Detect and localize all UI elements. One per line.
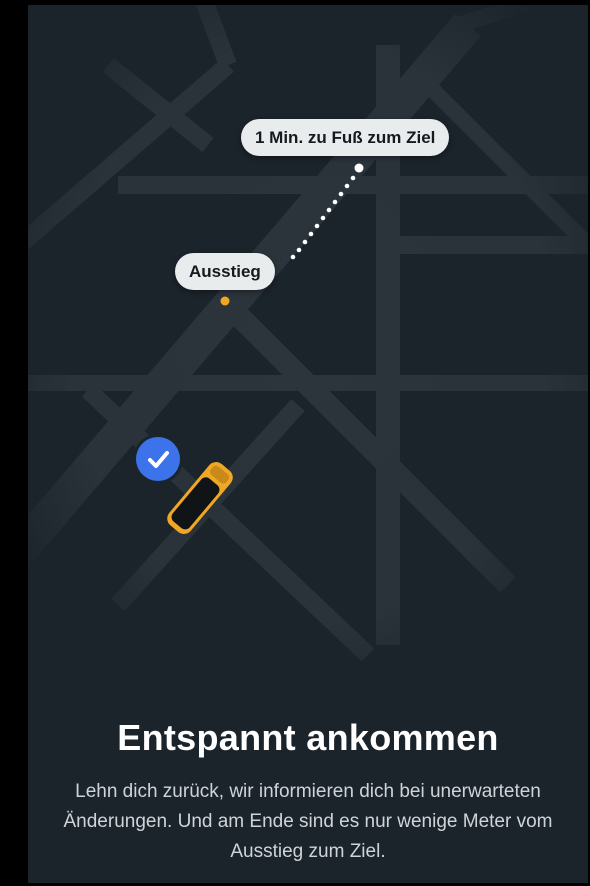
onboarding-screen: 1 Min. zu Fuß zum Ziel Ausstieg Entspann… xyxy=(28,5,588,883)
page-title: Entspannt ankommen xyxy=(117,717,499,758)
destination-dot-icon xyxy=(354,163,364,173)
dropoff-dot-icon xyxy=(220,296,230,306)
destination-walk-bubble: 1 Min. zu Fuß zum Ziel xyxy=(241,119,450,156)
dropoff-bubble: Ausstieg xyxy=(175,253,275,290)
map-roads xyxy=(28,5,588,685)
page-description: Lehn dich zurück, wir informieren dich b… xyxy=(63,781,553,862)
map-illustration: 1 Min. zu Fuß zum Ziel Ausstieg xyxy=(28,5,588,685)
check-icon xyxy=(136,437,180,481)
